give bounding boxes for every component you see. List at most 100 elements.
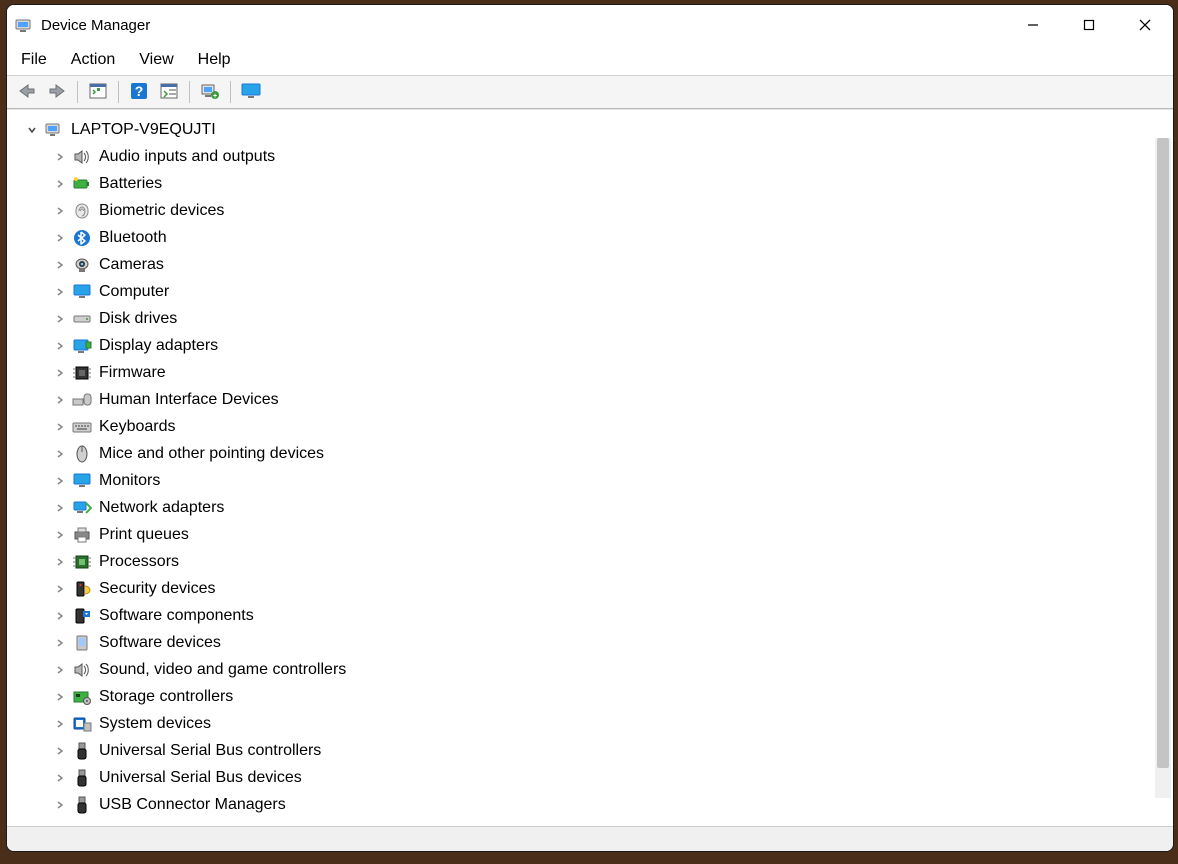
cpu-icon [71, 552, 93, 572]
tree-item[interactable]: Processors [11, 548, 1151, 575]
chevron-right-icon [53, 638, 67, 648]
speaker-icon [71, 660, 93, 680]
monitor-icon [71, 282, 93, 302]
toolbar-scan-hardware-button[interactable]: + [196, 79, 224, 105]
tree-item[interactable]: Computer [11, 278, 1151, 305]
chevron-right-icon [53, 395, 67, 405]
chevron-right-icon [53, 314, 67, 324]
toolbar-forward-button[interactable] [43, 79, 71, 105]
toolbar-show-tree-button[interactable] [84, 79, 112, 105]
computer-node-icon [43, 120, 65, 140]
tree-item[interactable]: Universal Serial Bus devices [11, 764, 1151, 791]
tree-item[interactable]: Biometric devices [11, 197, 1151, 224]
tree-item[interactable]: Monitors [11, 467, 1151, 494]
chip-icon [71, 363, 93, 383]
tree-item[interactable]: Batteries [11, 170, 1151, 197]
toolbar-help-button[interactable]: ? [125, 79, 153, 105]
chevron-right-icon [53, 152, 67, 162]
menu-view[interactable]: View [139, 51, 173, 69]
tree-item[interactable]: Software components [11, 602, 1151, 629]
tree-item-label: Security devices [99, 580, 216, 598]
chevron-right-icon [53, 719, 67, 729]
chevron-right-icon [53, 179, 67, 189]
app-icon [15, 17, 31, 33]
tree-item-label: Network adapters [99, 499, 224, 517]
tree-item[interactable]: Storage controllers [11, 683, 1151, 710]
device-manager-window: Device Manager File Action View Help [6, 4, 1174, 852]
tree-item-label: Cameras [99, 256, 164, 274]
chevron-right-icon [53, 341, 67, 351]
tree-item[interactable]: Print queues [11, 521, 1151, 548]
chevron-right-icon [53, 584, 67, 594]
tree-item[interactable]: USB Connector Managers [11, 791, 1151, 818]
chevron-right-icon [53, 800, 67, 810]
tree-item-label: Processors [99, 553, 179, 571]
arrow-left-icon [17, 82, 37, 103]
disk-icon [71, 309, 93, 329]
tree-item[interactable]: Network adapters [11, 494, 1151, 521]
tree-item[interactable]: Sound, video and game controllers [11, 656, 1151, 683]
svg-text:?: ? [135, 83, 144, 99]
bluetooth-icon [71, 228, 93, 248]
tree-item[interactable]: Disk drives [11, 305, 1151, 332]
tree-item-label: Universal Serial Bus controllers [99, 742, 321, 760]
tree-item[interactable]: System devices [11, 710, 1151, 737]
display-adapter-icon [71, 336, 93, 356]
toolbar-devices-button[interactable] [237, 79, 265, 105]
fingerprint-icon [71, 201, 93, 221]
chevron-right-icon [53, 746, 67, 756]
chevron-right-icon [53, 476, 67, 486]
tree-item-label: Software components [99, 607, 254, 625]
toolbar-separator [77, 81, 78, 103]
tree-item-label: Batteries [99, 175, 162, 193]
toolbar-separator [118, 81, 119, 103]
security-icon [71, 579, 93, 599]
chevron-right-icon [53, 260, 67, 270]
tree-root-label: LAPTOP-V9EQUJTI [71, 121, 216, 139]
tree-item-label: Keyboards [99, 418, 176, 436]
chevron-right-icon [53, 287, 67, 297]
tree-pane-icon [88, 82, 108, 103]
tree-item[interactable]: Cameras [11, 251, 1151, 278]
chevron-right-icon [53, 557, 67, 567]
scrollbar-thumb[interactable] [1157, 138, 1169, 768]
tree-item[interactable]: Firmware [11, 359, 1151, 386]
maximize-button[interactable] [1061, 5, 1117, 45]
arrow-right-icon [47, 82, 67, 103]
window-title: Device Manager [41, 17, 150, 34]
tree-item-label: Biometric devices [99, 202, 224, 220]
tree-item[interactable]: Bluetooth [11, 224, 1151, 251]
toolbar-action-panel-button[interactable] [155, 79, 183, 105]
tree-item[interactable]: Keyboards [11, 413, 1151, 440]
tree-item-label: Display adapters [99, 337, 218, 355]
keyboard-icon [71, 417, 93, 437]
tree-root[interactable]: LAPTOP-V9EQUJTI [11, 116, 1151, 143]
help-icon: ? [129, 81, 149, 104]
menu-action[interactable]: Action [71, 51, 115, 69]
toolbar-back-button[interactable] [13, 79, 41, 105]
tree-item[interactable]: Audio inputs and outputs [11, 143, 1151, 170]
minimize-button[interactable] [1005, 5, 1061, 45]
tree-item-label: Software devices [99, 634, 221, 652]
tree-item[interactable]: Human Interface Devices [11, 386, 1151, 413]
toolbar: ? + [7, 76, 1173, 109]
menu-file[interactable]: File [21, 51, 47, 69]
close-button[interactable] [1117, 5, 1173, 45]
system-icon [71, 714, 93, 734]
menu-help[interactable]: Help [198, 51, 231, 69]
toolbar-separator [230, 81, 231, 103]
usb-icon [71, 795, 93, 815]
tree-item[interactable]: Software devices [11, 629, 1151, 656]
tree-item-label: Mice and other pointing devices [99, 445, 324, 463]
tree-item-label: Monitors [99, 472, 160, 490]
tree-item[interactable]: Display adapters [11, 332, 1151, 359]
svg-text:+: + [213, 93, 217, 100]
tree-item[interactable]: Security devices [11, 575, 1151, 602]
vertical-scrollbar[interactable] [1155, 138, 1171, 798]
tree-item[interactable]: Mice and other pointing devices [11, 440, 1151, 467]
tree-item[interactable]: Universal Serial Bus controllers [11, 737, 1151, 764]
camera-icon [71, 255, 93, 275]
chevron-right-icon [53, 503, 67, 513]
tree-view[interactable]: LAPTOP-V9EQUJTI Audio inputs and outputs B… [7, 109, 1173, 826]
battery-icon [71, 174, 93, 194]
